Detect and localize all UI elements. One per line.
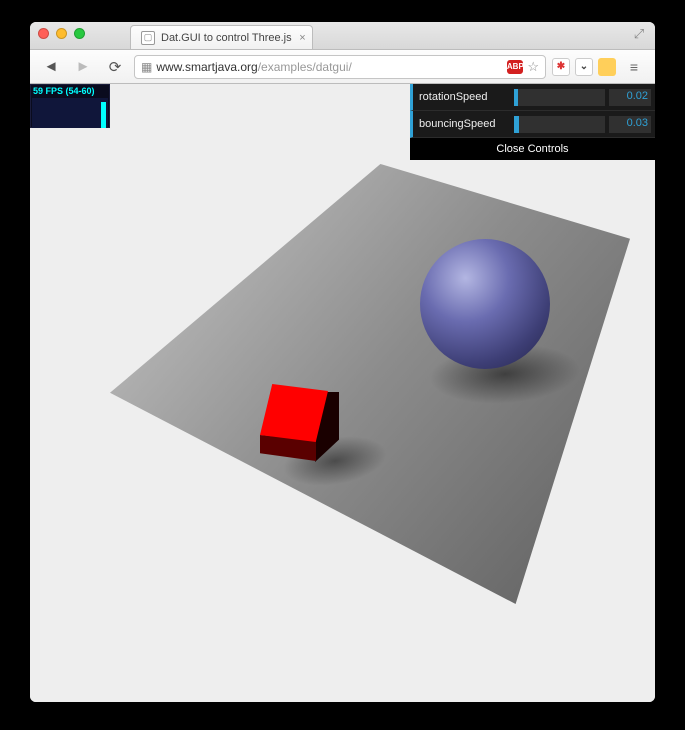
tab-title: Dat.GUI to control Three.js xyxy=(161,32,292,44)
slider-fill xyxy=(514,89,518,106)
red-cube xyxy=(260,384,340,464)
titlebar xyxy=(30,22,655,44)
bouncingspeed-slider[interactable] xyxy=(514,116,605,133)
forward-button[interactable]: ► xyxy=(70,55,96,79)
fps-bar xyxy=(101,102,106,128)
url-text: www.smartjava.org/examples/datgui/ xyxy=(156,60,503,74)
datgui-row-rotationspeed: rotationSpeed 0.02 xyxy=(410,84,655,111)
minimize-window-button[interactable] xyxy=(56,28,67,39)
window-controls xyxy=(38,28,85,39)
fps-stats-panel[interactable]: 59 FPS (54-60) xyxy=(30,84,110,128)
threejs-scene[interactable] xyxy=(30,84,655,702)
profile-avatar-icon[interactable] xyxy=(598,58,616,76)
datgui-row-bouncingspeed: bouncingSpeed 0.03 xyxy=(410,111,655,138)
datgui-label: rotationSpeed xyxy=(419,91,514,103)
datgui-close-button[interactable]: Close Controls xyxy=(410,138,655,160)
extension-icon[interactable]: ✱ xyxy=(552,58,570,76)
extension-icons: ✱ ⌄ ≡ xyxy=(552,55,647,79)
reload-button[interactable]: ⟳ xyxy=(102,55,128,79)
address-bar[interactable]: ▦ www.smartjava.org/examples/datgui/ ABP… xyxy=(134,55,546,79)
abp-badge-icon[interactable]: ABP xyxy=(507,60,523,74)
back-button[interactable]: ◄ xyxy=(38,55,64,79)
page-info-icon[interactable]: ▦ xyxy=(141,60,152,74)
browser-tabbar: ▢ Dat.GUI to control Three.js × ⤢ xyxy=(30,22,655,50)
rotationspeed-slider[interactable] xyxy=(514,89,605,106)
page-favicon-icon: ▢ xyxy=(141,31,155,45)
blue-sphere xyxy=(420,239,550,369)
bookmark-star-icon[interactable]: ☆ xyxy=(527,59,539,75)
datgui-label: bouncingSpeed xyxy=(419,118,514,130)
chrome-menu-icon[interactable]: ≡ xyxy=(621,55,647,79)
rotationspeed-input[interactable]: 0.02 xyxy=(609,89,651,106)
slider-fill xyxy=(514,116,519,133)
browser-toolbar: ◄ ► ⟳ ▦ www.smartjava.org/examples/datgu… xyxy=(30,50,655,84)
pocket-icon[interactable]: ⌄ xyxy=(575,58,593,76)
cube-face-top xyxy=(260,384,328,442)
close-tab-icon[interactable]: × xyxy=(299,32,305,44)
fullscreen-icon[interactable]: ⤢ xyxy=(631,26,647,42)
page-viewport: 59 FPS (54-60) rotationSpeed 0.02 bounci… xyxy=(30,84,655,702)
browser-window: ▢ Dat.GUI to control Three.js × ⤢ ◄ ► ⟳ … xyxy=(30,22,655,702)
browser-tab[interactable]: ▢ Dat.GUI to control Three.js × xyxy=(130,25,313,49)
fps-graph xyxy=(32,98,108,128)
zoom-window-button[interactable] xyxy=(74,28,85,39)
datgui-panel: rotationSpeed 0.02 bouncingSpeed 0.03 Cl… xyxy=(410,84,655,160)
close-window-button[interactable] xyxy=(38,28,49,39)
bouncingspeed-input[interactable]: 0.03 xyxy=(609,116,651,133)
fps-label: 59 FPS (54-60) xyxy=(31,85,109,97)
